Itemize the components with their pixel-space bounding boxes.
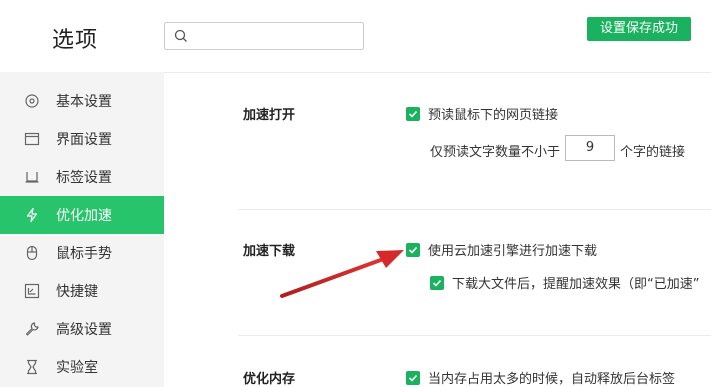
search-input[interactable] xyxy=(164,22,364,50)
release-memory-label: 当内存占用太多的时候，自动释放后台标签 xyxy=(428,372,676,387)
sidebar-item-optimize[interactable]: 优化加速 xyxy=(0,196,164,234)
sidebar-item-lab[interactable]: 实验室 xyxy=(0,348,164,386)
mouse-icon xyxy=(26,245,38,261)
wrench-icon xyxy=(25,322,39,336)
min-chars-input[interactable]: 9 xyxy=(565,135,615,161)
tab-icon xyxy=(25,172,39,183)
lightning-icon xyxy=(26,207,38,223)
section-divider xyxy=(238,209,711,210)
target-icon xyxy=(25,94,39,108)
sidebar-item-label: 高级设置 xyxy=(56,322,112,338)
sidebar-item-label: 界面设置 xyxy=(56,132,112,148)
min-chars-prefix: 仅预读文字数量不小于 xyxy=(430,145,561,160)
sidebar: 基本设置 界面设置 标签设置 优化加速 鼠标手势 快捷键 高级设置 实验室 xyxy=(0,72,164,387)
sidebar-item-advanced[interactable]: 高级设置 xyxy=(0,310,164,348)
section-title-accelerate-download: 加速下载 xyxy=(243,244,296,259)
notify-effect-checkbox-row[interactable]: 下载大文件后，提醒加速效果（即“已加速” xyxy=(430,273,699,292)
sidebar-item-label: 快捷键 xyxy=(56,284,98,300)
prefetch-checkbox-row[interactable]: 预读鼠标下的网页链接 xyxy=(406,104,558,123)
sidebar-item-label: 标签设置 xyxy=(56,170,112,186)
sidebar-item-mouse[interactable]: 鼠标手势 xyxy=(0,234,164,272)
section-title-accelerate-open: 加速打开 xyxy=(243,108,296,123)
sidebar-item-label: 基本设置 xyxy=(56,94,112,110)
sidebar-item-basic[interactable]: 基本设置 xyxy=(0,82,164,120)
release-memory-checkbox-row[interactable]: 当内存占用太多的时候，自动释放后台标签 xyxy=(406,368,675,387)
notify-effect-label: 下载大文件后，提醒加速效果（即“已加速” xyxy=(452,277,700,292)
section-title-optimize-memory: 优化内存 xyxy=(243,372,296,387)
sidebar-item-shortcuts[interactable]: 快捷键 xyxy=(0,272,164,310)
min-chars-suffix: 个字的链接 xyxy=(620,145,686,160)
checkbox-checked[interactable] xyxy=(430,275,444,290)
sidebar-item-tabs[interactable]: 标签设置 xyxy=(0,158,164,196)
checkbox-checked[interactable] xyxy=(406,242,420,257)
prefetch-label: 预读鼠标下的网页链接 xyxy=(428,108,559,123)
section-divider xyxy=(238,335,711,336)
search-icon xyxy=(174,29,187,42)
cloud-accelerate-label: 使用云加速引擎进行加速下载 xyxy=(428,244,598,259)
checkbox-checked[interactable] xyxy=(406,106,420,121)
flask-icon xyxy=(27,359,37,375)
cloud-accelerate-checkbox-row[interactable]: 使用云加速引擎进行加速下载 xyxy=(406,240,597,259)
sidebar-item-label: 优化加速 xyxy=(56,208,112,224)
page-title: 选项 xyxy=(52,28,99,53)
checkbox-checked[interactable] xyxy=(406,370,420,385)
sidebar-item-label: 实验室 xyxy=(56,360,98,376)
sidebar-item-interface[interactable]: 界面设置 xyxy=(0,120,164,158)
header: 选项 设置保存成功 xyxy=(0,0,711,72)
sidebar-item-label: 鼠标手势 xyxy=(56,246,112,262)
window-icon xyxy=(24,132,40,146)
save-status-badge: 设置保存成功 xyxy=(587,17,691,41)
keyboard-icon xyxy=(24,283,40,299)
